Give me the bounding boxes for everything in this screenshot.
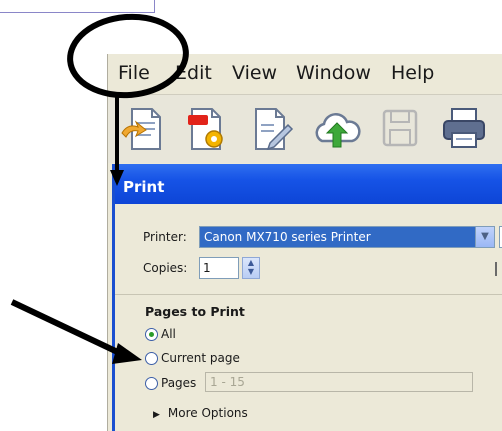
more-options-label: More Options [167,406,248,420]
radio-pages-label: Pages [161,376,197,390]
chevron-down-icon[interactable]: ▼ [475,227,494,247]
create-pdf-icon[interactable] [180,103,234,155]
copies-input[interactable]: 1 [199,257,239,279]
dialog-title-bar[interactable]: Print [115,164,502,204]
menu-help[interactable]: Help [391,62,434,84]
radio-current-page-label: Current page [161,351,240,365]
cloud-upload-icon[interactable] [310,103,364,155]
radio-current-page[interactable] [145,351,158,365]
menu-bar: File Edit View Window Help [108,54,502,94]
toolbar [108,94,502,163]
edit-document-icon[interactable] [244,103,298,155]
copies-label: Copies: [143,261,188,275]
radio-pages-row[interactable]: Pages [145,376,196,390]
collate-checkbox-edge[interactable] [495,262,497,276]
menu-edit[interactable]: Edit [175,62,212,84]
print-icon[interactable] [438,103,492,155]
triangle-right-icon: ▶ [153,410,160,420]
menu-view[interactable]: View [232,62,277,84]
pages-range-input[interactable]: 1 - 15 [205,372,473,392]
radio-all-row[interactable]: All [145,327,176,341]
print-dialog: Print Printer: Canon MX710 series Printe… [112,164,502,431]
dialog-title: Print [123,178,165,196]
menu-file[interactable]: File [118,62,150,84]
dialog-body: Printer: Canon MX710 series Printer ▼ Co… [115,204,502,431]
radio-all-label: All [161,327,176,341]
printer-label: Printer: [143,230,187,244]
radio-all[interactable] [145,327,158,341]
open-file-icon[interactable] [118,103,172,155]
radio-pages[interactable] [145,376,158,390]
radio-current-page-row[interactable]: Current page [145,351,240,365]
printer-select-value: Canon MX710 series Printer [204,230,371,244]
background-window-fragment [0,0,155,13]
copies-stepper[interactable]: ▲ ▼ [242,257,260,279]
pages-to-print-title: Pages to Print [145,304,245,319]
more-options-toggle[interactable]: ▶ More Options [153,406,248,420]
printer-select[interactable]: Canon MX710 series Printer ▼ [199,226,495,248]
save-icon[interactable] [374,103,428,155]
menu-window[interactable]: Window [296,62,371,84]
section-divider [115,294,502,295]
